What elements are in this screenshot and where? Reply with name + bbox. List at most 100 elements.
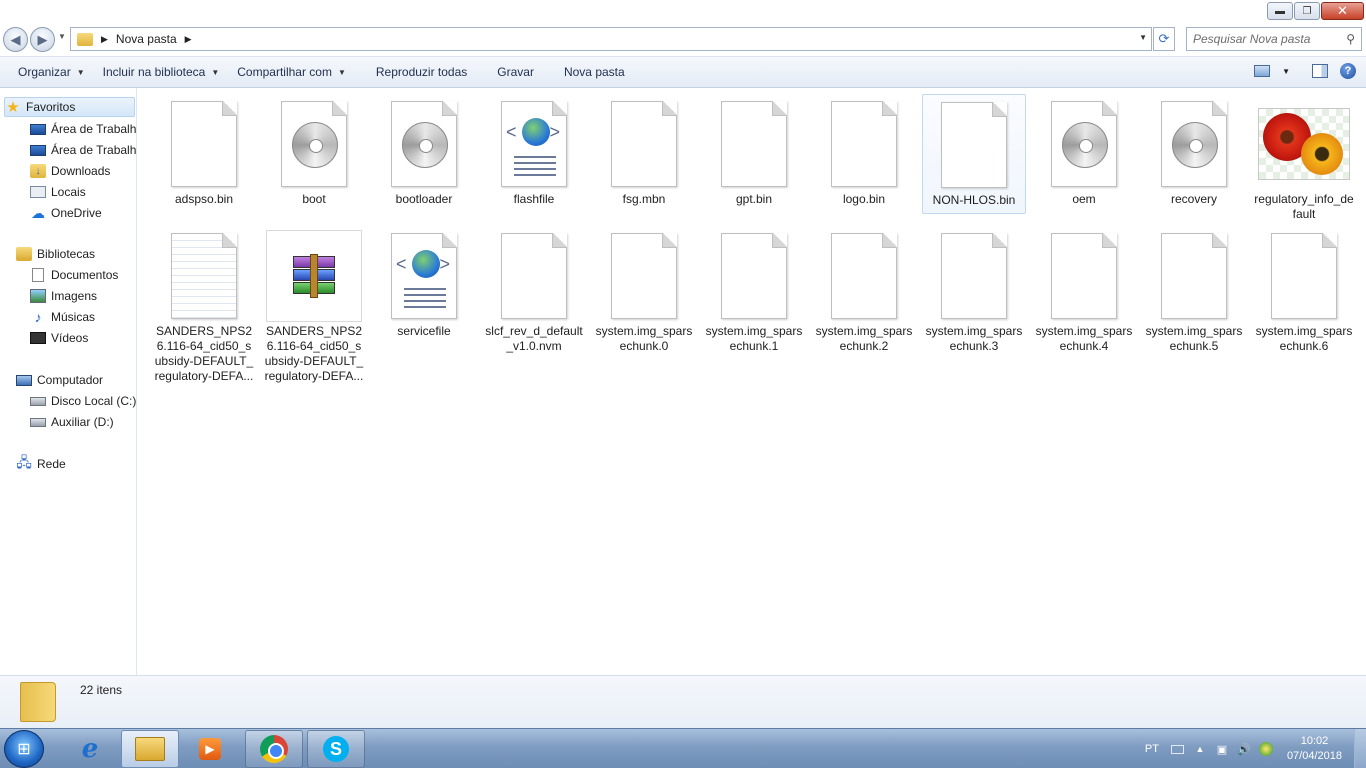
breadcrumb-arrow-icon[interactable]: ▶ <box>101 34 108 45</box>
taskbar-chrome[interactable] <box>245 730 303 768</box>
chrome-icon <box>260 735 288 763</box>
play-all-button[interactable]: Reproduzir todas <box>376 65 467 79</box>
file-item[interactable]: SANDERS_NPS26.116-64_cid50_subsidy-DEFAU… <box>152 226 256 383</box>
file-item[interactable]: gpt.bin <box>702 94 806 214</box>
nav-music[interactable]: ♪ Músicas <box>30 307 136 327</box>
file-name: servicefile <box>397 324 451 338</box>
address-bar[interactable]: ▶ Nova pasta ▶ ▼ <box>70 27 1152 51</box>
file-item[interactable]: recovery <box>1142 94 1246 214</box>
close-button[interactable]: ✕ <box>1321 2 1364 20</box>
tray-app-icon[interactable] <box>1258 742 1273 756</box>
nav-documents[interactable]: Documentos <box>30 265 136 285</box>
search-box[interactable]: ⚲ <box>1186 27 1362 51</box>
file-item[interactable]: NON-HLOS.bin <box>922 94 1026 214</box>
nav-label: Área de Trabalh <box>51 143 136 157</box>
nav-libraries[interactable]: Bibliotecas <box>16 244 134 264</box>
file-item[interactable]: slcf_rev_d_default_v1.0.nvm <box>482 226 586 353</box>
network-status-icon[interactable]: ▣ <box>1215 742 1229 756</box>
chevron-down-icon: ▼ <box>76 67 85 77</box>
star-icon: ★ <box>6 99 20 116</box>
file-item[interactable]: system.img_sparsechunk.3 <box>922 226 1026 353</box>
taskbar-media-player[interactable]: ▶ <box>181 730 239 768</box>
nav-desktop-2[interactable]: Área de Trabalh <box>30 140 136 160</box>
file-item[interactable]: system.img_sparsechunk.4 <box>1032 226 1136 353</box>
chevron-down-icon: ▼ <box>211 67 220 77</box>
back-button[interactable]: ◀ <box>3 27 28 52</box>
folder-icon <box>77 32 93 46</box>
file-item[interactable]: system.img_sparsechunk.1 <box>702 226 806 353</box>
file-item[interactable]: regulatory_info_default <box>1252 94 1356 221</box>
file-item[interactable]: logo.bin <box>812 94 916 214</box>
maximize-button[interactable]: ❐ <box>1294 2 1320 20</box>
file-item[interactable]: < > flashfile <box>482 94 586 214</box>
taskbar-explorer[interactable] <box>121 730 179 768</box>
nav-computer[interactable]: Computador <box>16 370 134 390</box>
change-view-icon[interactable] <box>1254 65 1271 77</box>
burn-button[interactable]: Gravar <box>497 65 534 79</box>
hard-drive-icon <box>30 417 46 427</box>
nav-locais[interactable]: Locais <box>30 182 136 202</box>
search-icon[interactable]: ⚲ <box>1346 32 1355 46</box>
file-item[interactable]: adspso.bin <box>152 94 256 214</box>
file-item[interactable]: < > servicefile <box>372 226 476 346</box>
nav-label: Downloads <box>51 164 111 178</box>
language-indicator[interactable]: PT <box>1145 743 1159 755</box>
clock-time: 10:02 <box>1300 735 1329 747</box>
file-item[interactable]: system.img_sparsechunk.2 <box>812 226 916 353</box>
file-item[interactable]: SANDERS_NPS26.116-64_cid50_subsidy-DEFAU… <box>262 226 366 383</box>
nav-images[interactable]: Imagens <box>30 286 136 306</box>
nav-videos[interactable]: Vídeos <box>30 328 136 348</box>
nav-label: Vídeos <box>51 331 89 345</box>
breadcrumb-arrow-icon[interactable]: ▶ <box>185 34 192 45</box>
winrar-archive-icon <box>266 230 362 322</box>
help-icon[interactable]: ? <box>1340 63 1356 79</box>
address-dropdown-icon[interactable]: ▼ <box>1139 33 1147 42</box>
nav-drive-d[interactable]: Auxiliar (D:) <box>30 412 136 432</box>
disc-image-icon <box>1146 98 1242 190</box>
taskbar-internet-explorer[interactable]: e <box>61 730 119 768</box>
nav-favorites[interactable]: ★ Favoritos <box>4 97 135 117</box>
file-name: oem <box>1072 192 1096 206</box>
file-item[interactable]: oem <box>1032 94 1136 214</box>
nav-desktop-1[interactable]: Área de Trabalh <box>30 119 136 139</box>
refresh-button[interactable]: ⟳ <box>1153 27 1175 51</box>
arrow-right-icon: ▶ <box>37 31 48 47</box>
file-item[interactable]: bootloader <box>372 94 476 214</box>
include-library-button[interactable]: Incluir na biblioteca ▼ <box>103 65 220 79</box>
view-options-chevron-icon[interactable]: ▼ <box>1282 67 1290 76</box>
keyboard-icon[interactable] <box>1171 742 1185 756</box>
file-name: system.img_sparsechunk.4 <box>1035 324 1133 353</box>
organize-button[interactable]: Organizar ▼ <box>18 65 85 79</box>
nav-onedrive[interactable]: ☁ OneDrive <box>30 203 136 223</box>
show-desktop-button[interactable] <box>1354 729 1366 768</box>
nav-network[interactable]: 🖧 Rede <box>16 454 134 474</box>
nav-drive-c[interactable]: Disco Local (C:) <box>30 391 136 411</box>
taskbar-skype[interactable]: S <box>307 730 365 768</box>
file-item[interactable]: system.img_sparsechunk.6 <box>1252 226 1356 353</box>
computer-icon <box>16 374 32 386</box>
recent-pages-dropdown[interactable]: ▼ <box>58 32 66 41</box>
nav-downloads[interactable]: ↓ Downloads <box>30 161 136 181</box>
show-hidden-icons-icon[interactable]: ▲ <box>1193 742 1207 756</box>
preview-pane-icon[interactable] <box>1312 64 1328 78</box>
file-item[interactable]: system.img_sparsechunk.5 <box>1142 226 1246 353</box>
clock[interactable]: 10:02 07/04/2018 <box>1287 734 1342 764</box>
volume-icon[interactable]: 🔊 <box>1237 742 1251 756</box>
details-pane: 22 itens <box>0 675 1366 728</box>
arrow-left-icon: ◀ <box>10 31 21 47</box>
hard-drive-icon <box>30 396 46 406</box>
start-button[interactable]: ⊞ <box>4 730 44 768</box>
navigation-pane: ★ Favoritos Área de Trabalh Área de Trab… <box>0 88 137 675</box>
forward-button[interactable]: ▶ <box>30 27 55 52</box>
window-controls: ▬ ❐ ✕ <box>1267 2 1364 20</box>
share-button[interactable]: Compartilhar com ▼ <box>237 65 346 79</box>
new-folder-button[interactable]: Nova pasta <box>564 65 625 79</box>
videos-icon <box>30 332 46 344</box>
file-item[interactable]: fsg.mbn <box>592 94 696 214</box>
breadcrumb-current[interactable]: Nova pasta <box>116 32 177 46</box>
file-item[interactable]: boot <box>262 94 366 214</box>
search-input[interactable] <box>1193 32 1333 46</box>
file-item[interactable]: system.img_sparsechunk.0 <box>592 226 696 353</box>
folder-icon <box>135 737 165 761</box>
minimize-button[interactable]: ▬ <box>1267 2 1293 20</box>
